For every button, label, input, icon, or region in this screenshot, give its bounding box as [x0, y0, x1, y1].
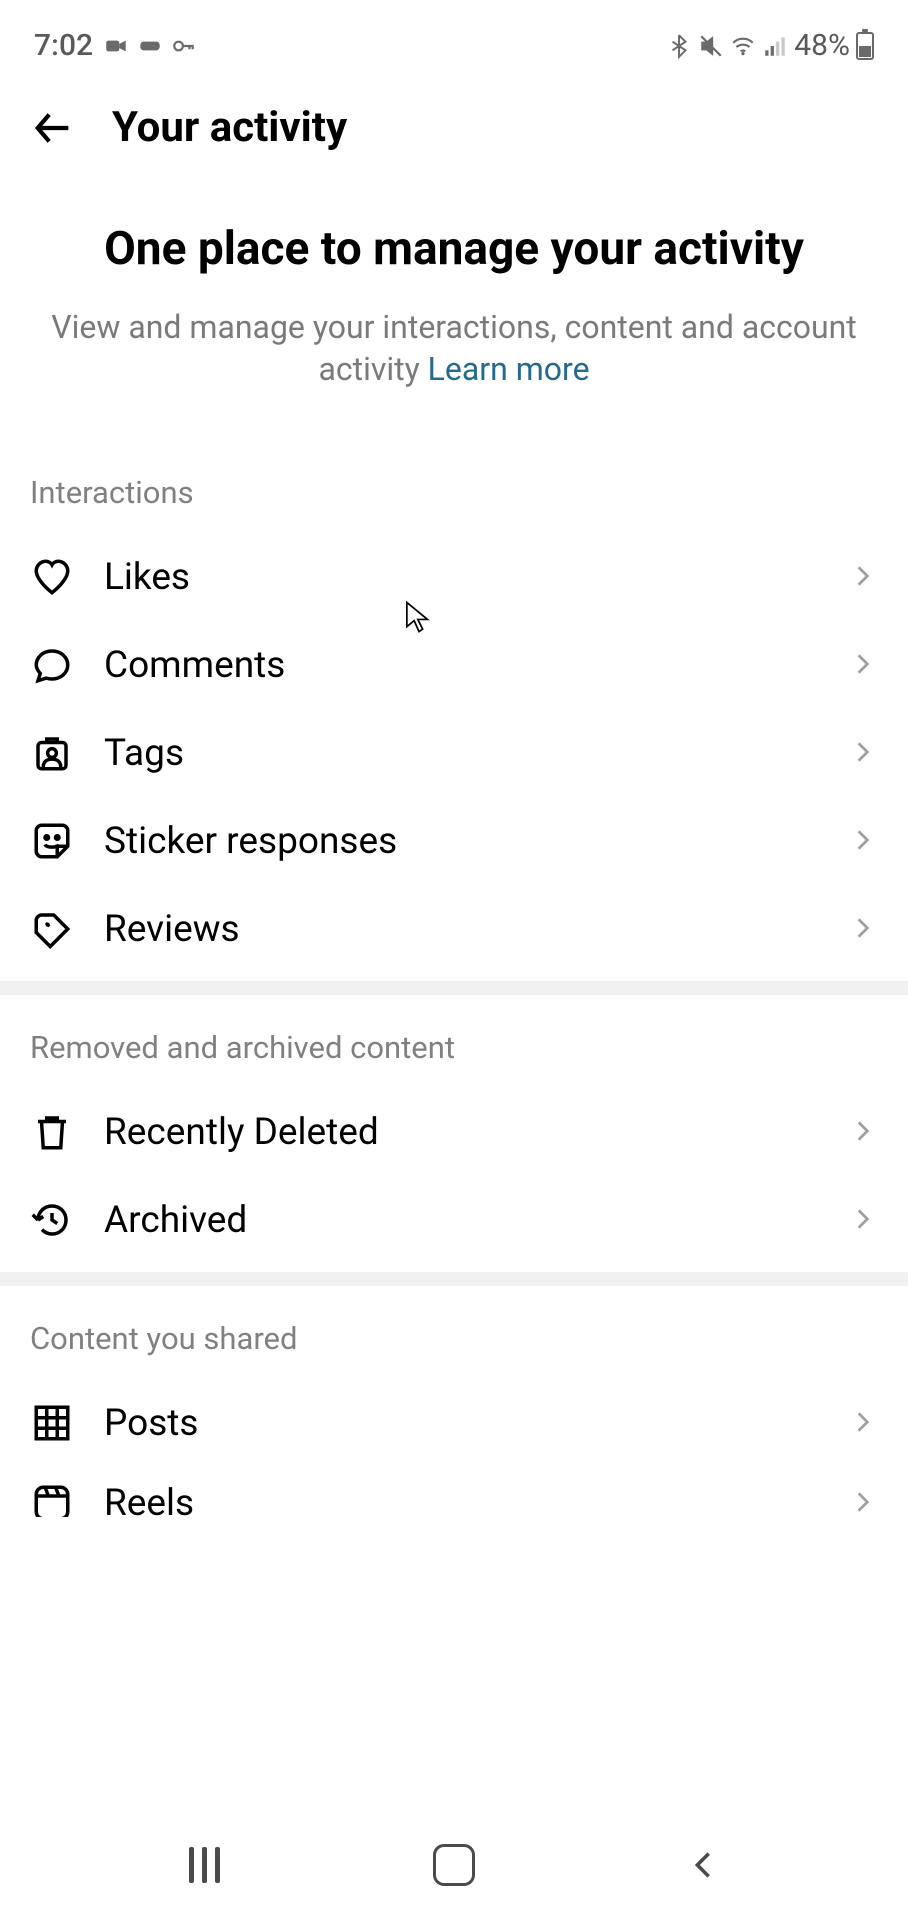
heart-icon [30, 555, 74, 599]
row-reels[interactable]: Reels [0, 1467, 908, 1517]
archive-history-icon [30, 1198, 74, 1242]
chevron-right-icon [850, 1409, 878, 1437]
chevron-right-icon [850, 1118, 878, 1146]
row-comments[interactable]: Comments [0, 621, 908, 709]
chevron-right-icon [850, 915, 878, 943]
recent-icon [189, 1847, 220, 1883]
chevron-right-icon [850, 827, 878, 855]
chevron-right-icon [850, 563, 878, 591]
battery-icon [856, 32, 874, 60]
row-label: Likes [104, 556, 820, 599]
chevron-right-icon [850, 1206, 878, 1234]
app-header: Your activity [0, 73, 908, 162]
section-title-interactions: Interactions [0, 450, 908, 533]
bluetooth-icon [666, 33, 692, 59]
row-label: Recently Deleted [104, 1111, 820, 1154]
row-likes[interactable]: Likes [0, 533, 908, 621]
learn-more-link[interactable]: Learn more [428, 350, 590, 388]
row-posts[interactable]: Posts [0, 1379, 908, 1467]
section-interactions: Interactions Likes Comments Tags Sticker… [0, 420, 908, 973]
nav-back-icon [686, 1848, 720, 1882]
arrow-left-icon [30, 105, 76, 151]
reels-icon [30, 1481, 74, 1517]
row-reviews[interactable]: Reviews [0, 885, 908, 973]
row-label: Sticker responses [104, 820, 820, 863]
comment-icon [30, 643, 74, 687]
row-sticker-responses[interactable]: Sticker responses [0, 797, 908, 885]
intro-title: One place to manage your activity [50, 222, 858, 277]
chevron-right-icon [850, 739, 878, 767]
home-icon [433, 1844, 475, 1886]
intro-subtitle: View and manage your interactions, conte… [50, 307, 858, 390]
review-tag-icon [30, 907, 74, 951]
chevron-right-icon [850, 1489, 878, 1517]
chevron-right-icon [850, 651, 878, 679]
sticker-icon [30, 819, 74, 863]
page-title: Your activity [112, 103, 347, 152]
row-label: Reels [104, 1482, 820, 1518]
row-label: Archived [104, 1199, 820, 1242]
system-nav-bar [0, 1810, 908, 1920]
tag-person-icon [30, 731, 74, 775]
key-icon [171, 33, 197, 59]
status-right: 48% [666, 28, 874, 63]
mute-icon [698, 33, 724, 59]
grid-icon [30, 1401, 74, 1445]
section-title-shared: Content you shared [0, 1296, 908, 1379]
section-title-removed: Removed and archived content [0, 1005, 908, 1088]
row-archived[interactable]: Archived [0, 1176, 908, 1264]
status-time: 7:02 [34, 28, 93, 63]
signal-icon [762, 33, 788, 59]
battery-percent: 48% [794, 28, 850, 63]
row-label: Reviews [104, 908, 820, 951]
status-bar: 7:02 48% [0, 0, 908, 73]
row-label: Tags [104, 732, 820, 775]
nav-back-button[interactable] [679, 1841, 727, 1889]
trash-icon [30, 1110, 74, 1154]
row-label: Posts [104, 1402, 820, 1445]
nav-recent-button[interactable] [181, 1841, 229, 1889]
back-button[interactable] [30, 105, 76, 151]
row-recently-deleted[interactable]: Recently Deleted [0, 1088, 908, 1176]
status-left: 7:02 [34, 28, 197, 63]
intro-block: One place to manage your activity View a… [0, 162, 908, 420]
devices-icon [137, 33, 163, 59]
section-shared: Content you shared Posts Reels [0, 1286, 908, 1517]
row-tags[interactable]: Tags [0, 709, 908, 797]
row-label: Comments [104, 644, 820, 687]
nav-home-button[interactable] [430, 1841, 478, 1889]
section-divider [0, 981, 908, 995]
section-divider [0, 1272, 908, 1286]
video-icon [103, 33, 129, 59]
status-app-icons [103, 33, 197, 59]
section-removed: Removed and archived content Recently De… [0, 995, 908, 1264]
wifi-icon [730, 33, 756, 59]
